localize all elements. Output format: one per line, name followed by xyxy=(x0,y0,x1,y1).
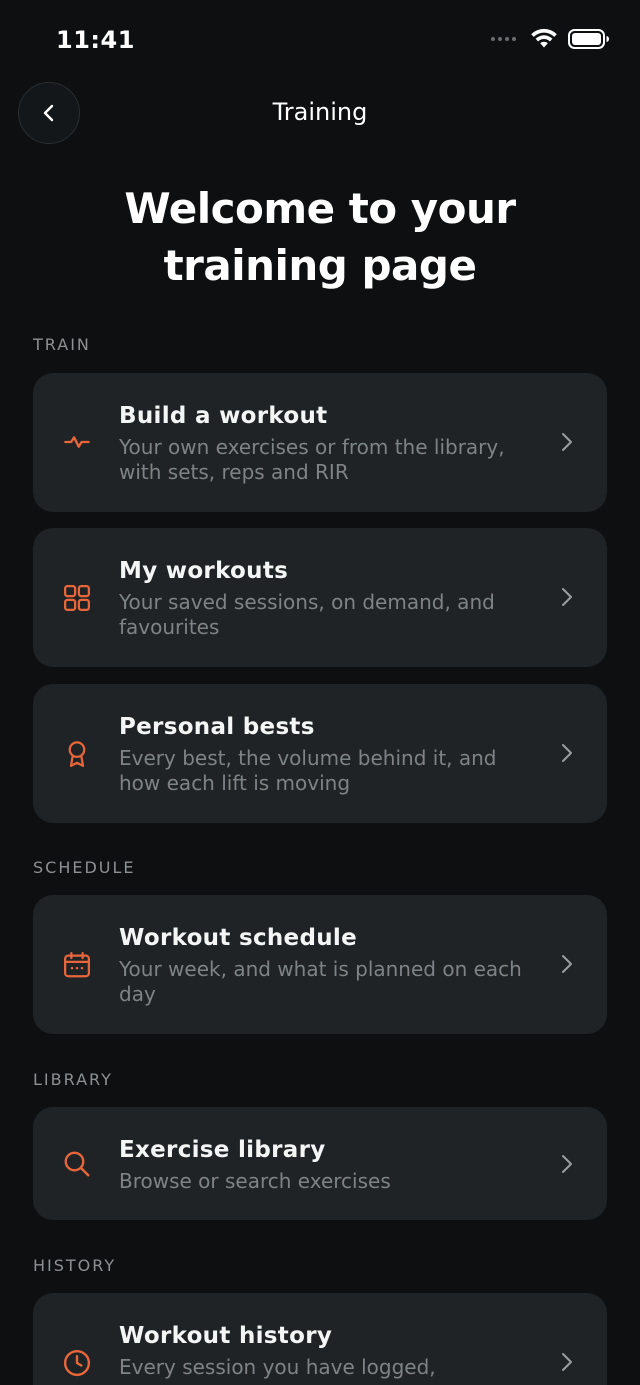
card-subtitle: Your own exercises or from the library, … xyxy=(119,435,505,484)
card-title: Personal bests xyxy=(119,714,315,740)
section-label-library: LIBRARY xyxy=(33,1070,113,1089)
header-title: Training xyxy=(272,98,368,126)
training-screen: 11:41 Training Welcome to your training … xyxy=(0,0,640,1385)
section-label-schedule: SCHEDULE xyxy=(33,858,136,877)
nav-header: Training xyxy=(0,80,640,146)
workout-schedule-text: Workout schedule Your week, and what is … xyxy=(119,923,539,1007)
cellular-signal-icon xyxy=(491,37,516,41)
calendar-icon xyxy=(61,949,93,981)
card-subtitle: Every best, the volume behind it, and ho… xyxy=(119,746,497,795)
wifi-icon xyxy=(531,28,557,48)
chevron-right-icon xyxy=(557,1350,577,1374)
workout-history-text: Workout history Every session you have l… xyxy=(119,1321,539,1380)
card-subtitle: Your week, and what is planned on each d… xyxy=(119,957,522,1006)
status-bar: 11:41 xyxy=(0,0,640,80)
card-subtitle: Every session you have logged, xyxy=(119,1355,436,1379)
chevron-right-icon xyxy=(557,952,577,976)
exercise-library-card[interactable]: Exercise library Browse or search exerci… xyxy=(33,1107,607,1220)
card-title: Exercise library xyxy=(119,1137,326,1163)
personal-bests-card[interactable]: Personal bests Every best, the volume be… xyxy=(33,684,607,823)
card-subtitle: Browse or search exercises xyxy=(119,1169,391,1193)
my-workouts-card[interactable]: My workouts Your saved sessions, on dema… xyxy=(33,528,607,667)
card-title: My workouts xyxy=(119,558,289,584)
card-title: Workout schedule xyxy=(119,925,357,951)
section-label-history: HISTORY xyxy=(33,1256,117,1275)
card-subtitle: Your saved sessions, on demand, and favo… xyxy=(119,590,495,639)
status-icons xyxy=(491,28,610,50)
grid-icon xyxy=(61,582,93,614)
card-title: Workout history xyxy=(119,1323,333,1349)
chevron-right-icon xyxy=(557,1152,577,1176)
section-label-train: TRAIN xyxy=(33,335,91,354)
personal-bests-text: Personal bests Every best, the volume be… xyxy=(119,712,539,796)
status-time: 11:41 xyxy=(56,26,135,54)
exercise-library-text: Exercise library Browse or search exerci… xyxy=(119,1135,539,1194)
page-title: Welcome to your training page xyxy=(124,184,516,290)
chevron-right-icon xyxy=(557,430,577,454)
workout-schedule-card[interactable]: Workout schedule Your week, and what is … xyxy=(33,895,607,1034)
clock-icon xyxy=(61,1347,93,1379)
chevron-right-icon xyxy=(557,585,577,609)
card-title: Build a workout xyxy=(119,403,328,429)
activity-pulse-icon xyxy=(61,426,93,458)
workout-history-card[interactable]: Workout history Every session you have l… xyxy=(33,1293,607,1385)
my-workouts-text: My workouts Your saved sessions, on dema… xyxy=(119,556,539,640)
build-workout-text: Build a workout Your own exercises or fr… xyxy=(119,401,539,485)
battery-icon xyxy=(568,29,609,49)
search-icon xyxy=(61,1148,93,1180)
build-workout-card[interactable]: Build a workout Your own exercises or fr… xyxy=(33,373,607,512)
award-ribbon-icon xyxy=(61,738,93,770)
chevron-right-icon xyxy=(557,741,577,765)
